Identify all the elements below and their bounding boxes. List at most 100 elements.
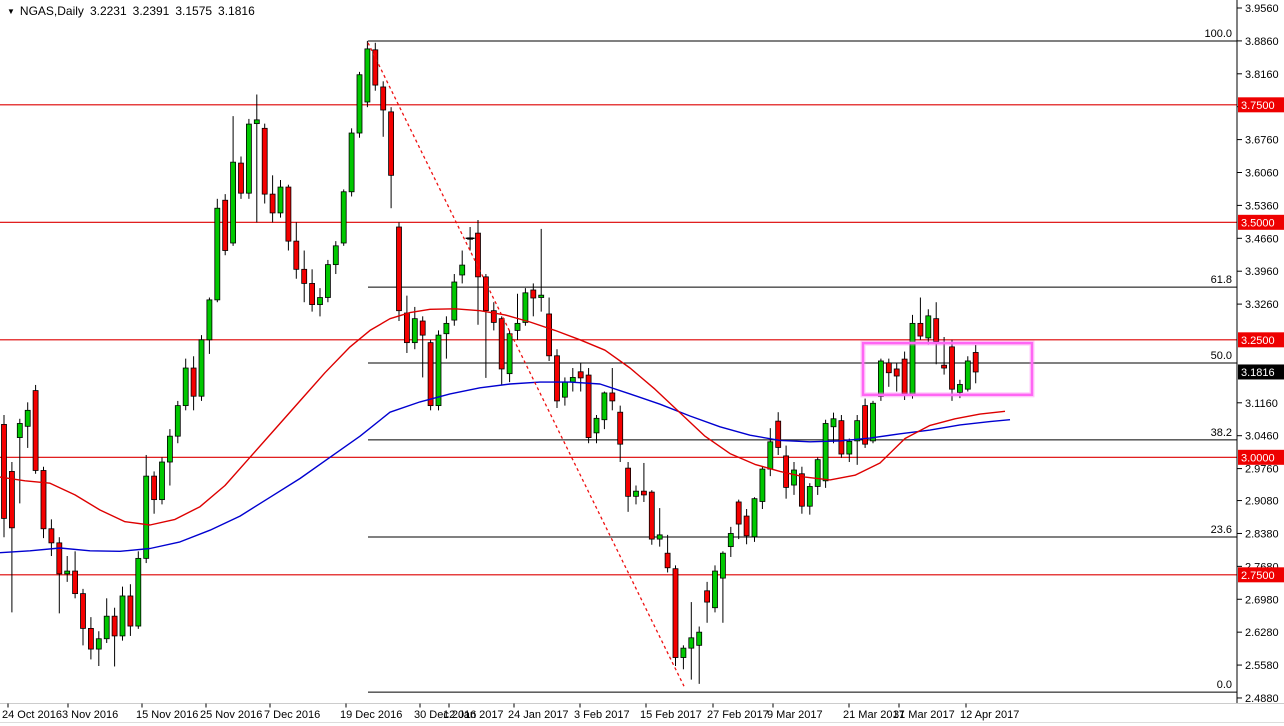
candle-body-up — [688, 637, 695, 649]
price-tick-label: 3.3260 — [1245, 299, 1279, 311]
date-tick-label: 9 Mar 2017 — [767, 709, 823, 721]
price-level-badge-label: 3.1816 — [1241, 367, 1275, 379]
date-tick-label: 3 Feb 2017 — [574, 709, 630, 721]
fibonacci-retracement[interactable]: 0.0 23.6 38.2 50.0 61.8 100.0 — [368, 28, 1237, 693]
date-tick-label: 7 Dec 2016 — [264, 709, 320, 721]
price-chart-canvas[interactable]: 0.0 23.6 38.2 50.0 61.8 100.0 3.9560 3.8860 3.81… — [0, 0, 1284, 726]
symbol-info-overlay: ▼ NGAS,Daily 3.2231 3.2391 3.1575 3.1816 — [7, 4, 255, 18]
price-tick-label: 2.6280 — [1245, 627, 1279, 639]
candle-body-up — [909, 322, 916, 396]
candle-body-down — [80, 593, 86, 629]
candle-body-up — [514, 322, 521, 331]
price-axis[interactable]: 3.95603.88603.81603.74603.67603.60603.53… — [1236, 0, 1284, 705]
candle-body-down — [72, 570, 78, 595]
fib-label-100.0: 100.0 — [1204, 28, 1232, 40]
chart-window[interactable]: 0.0 23.6 38.2 50.0 61.8 100.0 3.9560 3.8860 3.81… — [0, 0, 1284, 726]
candle-body-up — [767, 441, 774, 470]
candle-body-up — [206, 299, 213, 341]
date-tick-label: 31 Mar 2017 — [893, 709, 955, 721]
candle-body-up — [348, 132, 355, 193]
candle-body-up — [64, 570, 71, 575]
chart-dropdown-triangle-icon[interactable]: ▼ — [7, 7, 15, 16]
candle-body-down — [672, 568, 679, 658]
candle-body-down — [917, 322, 924, 337]
fib-label-23.6: 23.6 — [1211, 524, 1232, 536]
candle-body-down — [609, 392, 616, 402]
candle-body-down — [893, 368, 900, 377]
candle-body-up — [633, 490, 639, 497]
candle-body-down — [88, 628, 94, 650]
price-tick-label: 3.8860 — [1245, 36, 1279, 48]
candle-body-down — [941, 364, 947, 369]
date-tick-label: 19 Dec 2016 — [340, 709, 402, 721]
horizontal-level-lines[interactable] — [0, 104, 1237, 576]
candle-body-down — [554, 355, 560, 402]
candle-body-down — [111, 615, 118, 637]
price-tick-label: 3.8160 — [1245, 69, 1279, 81]
candle-body-down — [151, 475, 158, 501]
candle-body-down — [617, 411, 624, 445]
candle-body-up — [854, 420, 861, 442]
candle-body-up — [364, 48, 371, 103]
candle-body-down — [799, 473, 805, 507]
quote-low: 3.1575 — [175, 4, 213, 18]
candle-body-down — [190, 367, 197, 397]
candle-body-up — [135, 557, 142, 627]
candle-body-up — [214, 207, 221, 301]
price-tick-label: 2.4880 — [1245, 693, 1279, 705]
candle-body-down — [238, 162, 244, 194]
candle-body-down — [735, 501, 742, 525]
candle-body-up — [680, 647, 687, 658]
candle-body-down — [293, 240, 300, 270]
candlestick-series — [1, 40, 979, 684]
price-tick-label: 3.3960 — [1245, 266, 1279, 278]
candle-body-up — [182, 367, 189, 407]
candle-body-down — [704, 590, 710, 603]
candle-body-down — [388, 111, 395, 176]
price-tick-label: 3.9560 — [1245, 3, 1279, 15]
candle-body-up — [174, 405, 181, 437]
candle-body-up — [522, 292, 529, 323]
date-tick-label: 15 Feb 2017 — [640, 709, 702, 721]
candle-body-up — [712, 570, 718, 609]
candle-body-down — [648, 491, 655, 540]
candle-body-up — [870, 402, 876, 442]
price-level-badge-label: 3.5000 — [1241, 217, 1275, 229]
candle-body-down — [546, 313, 552, 357]
candle-body-up — [538, 294, 545, 298]
candle-body-up — [166, 435, 173, 463]
candle-body-up — [822, 423, 829, 482]
candle-body-up — [925, 315, 932, 339]
candle-body-down — [269, 193, 276, 214]
candle-body-down — [775, 420, 782, 448]
candle-body-up — [656, 534, 663, 540]
candle-body-down — [577, 371, 584, 379]
time-axis[interactable]: 24 Oct 2016 3 Nov 2016 15 Nov 2016 25 Nov 2… — [0, 703, 1284, 723]
candle-body-down — [396, 226, 402, 312]
candle-body-up — [159, 461, 165, 501]
candle-body-down — [403, 312, 410, 344]
descending-trendline[interactable] — [367, 42, 685, 687]
price-tick-label: 3.0460 — [1245, 431, 1279, 443]
candle-body-up — [696, 631, 703, 646]
candle-body-down — [498, 318, 505, 370]
date-tick-label: 24 Jan 2017 — [508, 709, 569, 721]
candle-body-down — [32, 390, 39, 471]
price-tick-label: 3.5360 — [1245, 200, 1279, 212]
price-tick-label: 2.8380 — [1245, 528, 1279, 540]
candle-body-down — [885, 362, 892, 374]
quote-high: 3.2391 — [132, 4, 170, 18]
candle-body-up — [119, 595, 126, 637]
price-tick-label: 2.5580 — [1245, 660, 1279, 672]
candle-body-up — [814, 459, 821, 487]
candle-body-down — [427, 342, 434, 407]
candle-body-down — [1, 424, 7, 519]
fib-label-38.2: 38.2 — [1211, 427, 1232, 439]
candle-body-down — [933, 318, 940, 343]
date-tick-label: 27 Feb 2017 — [707, 709, 769, 721]
candle-body-down — [285, 186, 292, 242]
candle-body-up — [846, 440, 853, 455]
candle-body-down — [127, 595, 134, 627]
candle-body-down — [222, 199, 229, 251]
candle-body-up — [459, 264, 466, 276]
